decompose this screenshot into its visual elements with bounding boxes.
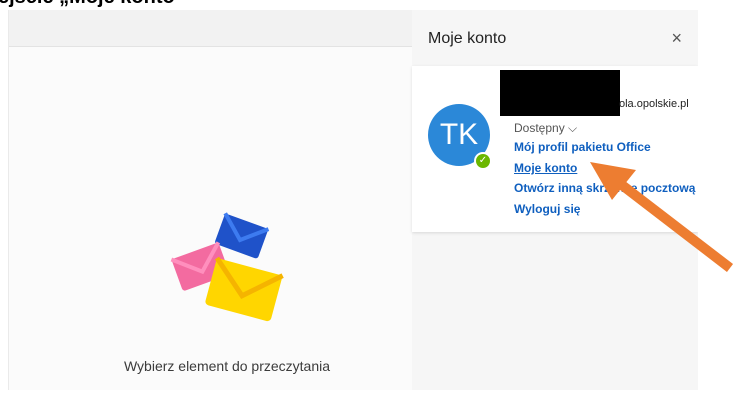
my-account-link[interactable]: Moje konto — [514, 161, 577, 175]
sign-out-link[interactable]: Wyloguj się — [514, 202, 580, 216]
close-icon[interactable]: × — [671, 28, 682, 49]
reading-toolbar — [9, 10, 413, 47]
empty-reading-text: Wybierz element do przeczytania — [123, 358, 331, 374]
redacted-email-block — [500, 70, 620, 116]
panel-title: Moje konto — [428, 30, 507, 47]
account-panel-header: Moje konto × — [412, 16, 698, 64]
office-profile-link[interactable]: Mój profil pakietu Office — [514, 140, 651, 154]
envelopes-illustration-icon — [170, 212, 284, 322]
status-dropdown[interactable]: Dostępny ⌵ — [514, 121, 577, 136]
reading-pane — [8, 10, 413, 390]
annotation-arrow-icon — [590, 162, 734, 272]
email-suffix: ola.opolskie.pl — [619, 98, 689, 110]
presence-indicator: ✓ — [474, 152, 492, 170]
document-heading: ejście „Moje konto" — [0, 0, 184, 9]
checkmark-icon: ✓ — [476, 154, 490, 168]
